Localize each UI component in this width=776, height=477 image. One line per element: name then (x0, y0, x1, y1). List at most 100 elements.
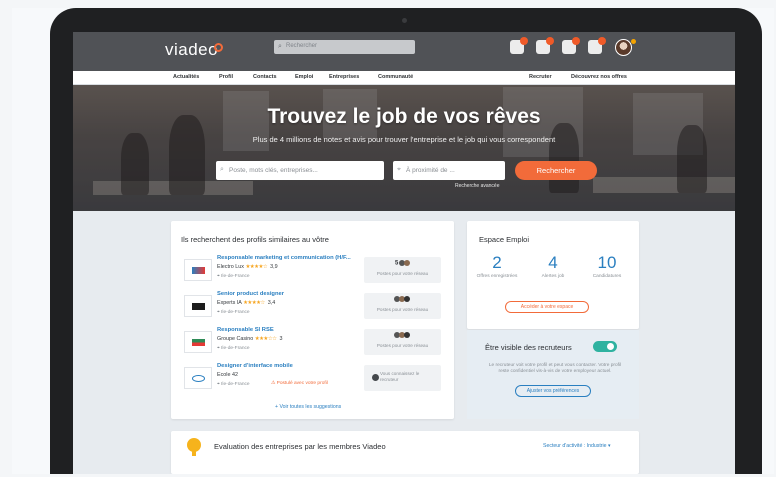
hero-subtitle: Plus de 4 millions de notes et avis pour… (252, 135, 556, 144)
search-button[interactable]: Rechercher (515, 161, 597, 180)
applied-warning-label: Postulé avec votre profil (276, 381, 328, 386)
network-count: 5 (364, 260, 441, 267)
nav-item-communaute[interactable]: Communauté (378, 74, 413, 80)
recruiter-visibility-card: Être visible des recruteurs Le recruteur… (467, 330, 639, 419)
applications-count[interactable]: 10 (585, 253, 629, 273)
list-item[interactable]: Responsable SI RSE Groupe Casino ★★★☆☆ 3 … (179, 325, 444, 361)
job-space-title: Espace Emploi (479, 235, 530, 244)
job-location-label: Ile-de-France (221, 346, 250, 351)
company-logo (184, 367, 212, 389)
list-item[interactable]: Senior product designer Experts IA ★★★★☆… (179, 289, 444, 325)
company-logo-mark (192, 303, 205, 310)
hero-overlay (73, 85, 735, 211)
job-location: ⌖ Ile-de-France (217, 382, 250, 387)
star-rating: ★★★☆☆ (254, 336, 277, 342)
hero-banner: Trouvez le job de vos rêves Plus de 4 mi… (73, 85, 735, 211)
company-label: Electro Lux (217, 264, 244, 270)
job-location-label: Ile-de-France (221, 310, 250, 315)
network-box[interactable]: Postes pour votre réseau (364, 329, 441, 355)
job-title[interactable]: Senior product designer (217, 291, 284, 297)
avatar[interactable] (615, 39, 632, 56)
list-item[interactable]: Designer d'interface mobile Ecole 42 ⌖ I… (179, 361, 444, 397)
company-label: Groupe Casino (217, 336, 254, 342)
nav-item-emploi[interactable]: Emploi (295, 74, 313, 80)
advanced-search-link[interactable]: Recherche avancée (455, 183, 499, 189)
saved-offers-label: Offres enregistrées (476, 274, 518, 279)
search-input[interactable]: ⌕ Rechercher (274, 40, 415, 54)
company-name: Electro Lux ★★★★☆ 3,9 (217, 264, 278, 270)
network-count (364, 332, 441, 339)
list-item[interactable]: Responsable marketing et communication (… (179, 253, 444, 289)
job-search-input[interactable]: ⌕ Poste, mots clés, entreprises... (216, 161, 384, 180)
laptop-frame: viadeo ⌕ Rechercher Actualités Profil Co… (50, 8, 762, 474)
network-box[interactable]: Postes pour votre réseau (364, 293, 441, 319)
contacts-badge (572, 37, 580, 45)
sector-dropdown[interactable]: Secteur d'activité : Industrie ▾ (543, 443, 611, 449)
company-logo-mark (192, 339, 205, 346)
job-title[interactable]: Responsable SI RSE (217, 327, 274, 333)
notifications-icon[interactable] (510, 37, 528, 54)
applied-warning: ⚠ Postulé avec votre profil (271, 381, 328, 386)
job-location-label: Ile-de-France (221, 274, 250, 279)
messages-icon[interactable] (536, 37, 554, 54)
similar-profiles-title: Ils recherchent des profils similaires a… (181, 235, 329, 244)
network-text: Postes pour votre réseau (376, 343, 429, 348)
camera (402, 18, 407, 23)
evaluation-title: Evaluation des entreprises par les membr… (214, 442, 386, 451)
saved-offers-count[interactable]: 2 (475, 253, 519, 273)
job-alerts-count[interactable]: 4 (531, 253, 575, 273)
nav-item-actualites[interactable]: Actualités (173, 74, 199, 80)
job-title[interactable]: Responsable marketing et communication (… (217, 255, 351, 261)
viadeo-logo[interactable]: viadeo (165, 40, 218, 60)
contacts-icon[interactable] (562, 37, 580, 54)
star-rating: ★★★★☆ (243, 300, 265, 306)
company-name: Ecole 42 (217, 372, 238, 378)
location-input[interactable]: ⌖ À proximité de ... (393, 161, 505, 180)
network-text: Vous connaissez le recruteur (380, 371, 420, 382)
laptop-screen: viadeo ⌕ Rechercher Actualités Profil Co… (73, 32, 735, 474)
nav-item-recruter[interactable]: Recruter (529, 74, 552, 80)
contact-avatar (404, 296, 410, 302)
job-location: ⌖ Ile-de-France (217, 346, 250, 351)
avatar-status-dot (631, 39, 636, 44)
see-all-suggestions-link[interactable]: + Voir toutes les suggestions (275, 404, 341, 410)
nav-item-offres[interactable]: Découvrez nos offres (571, 74, 627, 80)
network-count (364, 296, 441, 303)
similar-profiles-card: Ils recherchent des profils similaires a… (171, 221, 454, 419)
visibility-toggle[interactable] (593, 341, 617, 352)
company-name: Experts IA ★★★★☆ 3,4 (217, 300, 275, 306)
main-nav: Actualités Profil Contacts Emploi Entrep… (73, 71, 735, 85)
notification-badge (520, 37, 528, 45)
company-evaluation-card: Evaluation des entreprises par les membr… (171, 431, 639, 474)
adjust-preferences-button[interactable]: Ajuster vos préférences (515, 385, 591, 397)
company-logo-mark (192, 267, 205, 274)
nav-item-entreprises[interactable]: Entreprises (329, 74, 359, 80)
applications-label: Candidatures (592, 274, 622, 279)
contact-avatar (404, 332, 410, 338)
network-box[interactable]: Vous connaissez le recruteur (364, 365, 441, 391)
nav-item-profil[interactable]: Profil (219, 74, 233, 80)
location-placeholder: À proximité de ... (406, 167, 455, 174)
jobs-badge (598, 37, 606, 45)
top-bar: viadeo ⌕ Rechercher (73, 32, 735, 71)
recruiter-avatar (372, 374, 379, 381)
hero-title: Trouvez le job de vos rêves (267, 105, 541, 128)
network-count-value: 5 (394, 260, 399, 267)
jobs-icon[interactable] (588, 37, 606, 54)
company-logo (184, 259, 212, 281)
nav-item-contacts[interactable]: Contacts (253, 74, 277, 80)
job-alerts-label: Alertes job (541, 274, 565, 279)
search-icon: ⌕ (278, 43, 282, 50)
screenshot-stage: viadeo ⌕ Rechercher Actualités Profil Co… (0, 0, 776, 477)
job-location: ⌖ Ile-de-France (217, 310, 250, 315)
network-box[interactable]: 5 Postes pour votre réseau (364, 257, 441, 283)
search-placeholder: Rechercher (286, 43, 318, 49)
trophy-icon (187, 438, 201, 456)
visibility-description: Le recruteur voit votre profil et peut v… (488, 363, 622, 374)
company-logo (184, 331, 212, 353)
job-title[interactable]: Designer d'interface mobile (217, 363, 293, 369)
company-logo (184, 295, 212, 317)
search-icon: ⌕ (220, 166, 224, 173)
company-logo-mark (192, 375, 205, 382)
access-space-button[interactable]: Accéder à votre espace (505, 301, 589, 313)
